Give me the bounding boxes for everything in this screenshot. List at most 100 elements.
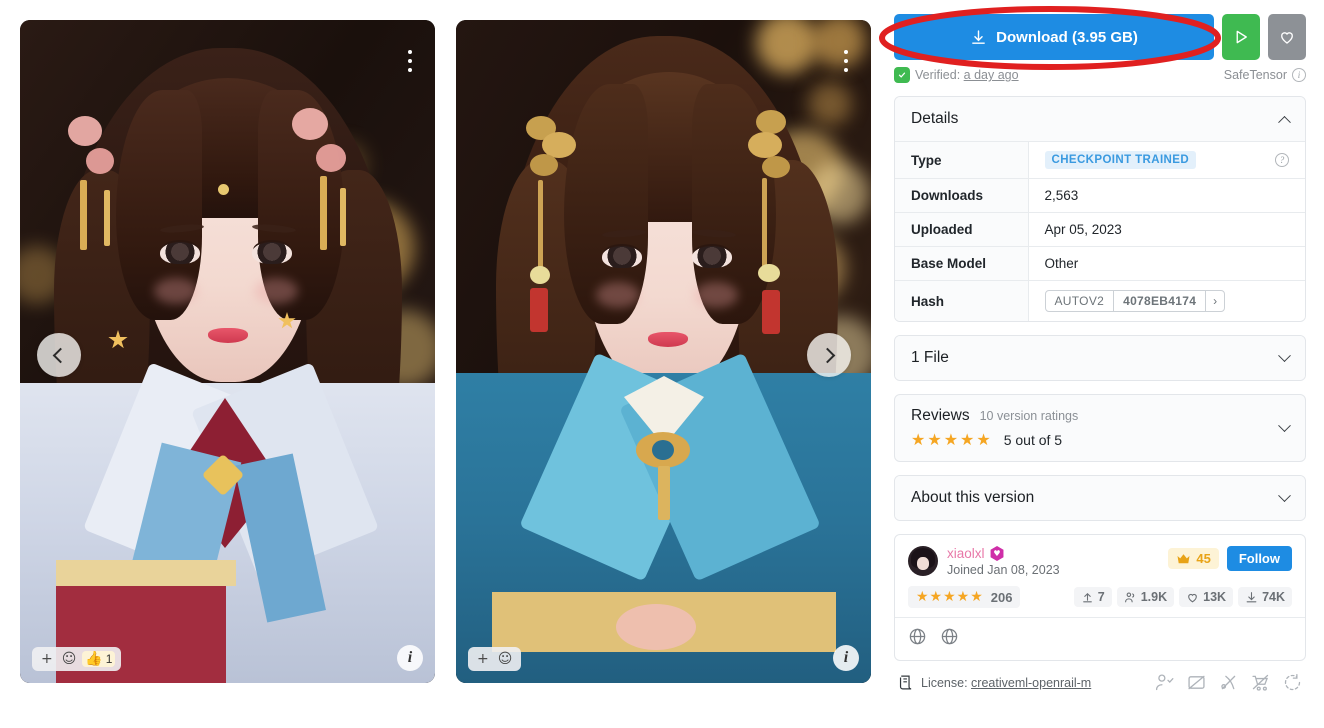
license-scroll-icon	[899, 675, 912, 690]
stat-value: 74K	[1262, 590, 1285, 604]
safetensor-label: SafeTensor	[1223, 68, 1287, 82]
emoji-smile-icon[interactable]: ☺	[495, 651, 516, 667]
favorite-button[interactable]	[1268, 14, 1306, 60]
about-title: About this version	[911, 489, 1035, 506]
image-menu-button[interactable]	[399, 46, 421, 76]
creator-name: xiaolxl	[947, 546, 985, 561]
stat-downloads: 74K	[1238, 587, 1292, 607]
chevron-down-icon	[1278, 488, 1291, 502]
image-reactions-1: + ☺ 👍 1	[32, 647, 122, 671]
about-card: About this version	[894, 475, 1306, 521]
row-key: Base Model	[895, 246, 1029, 281]
creator-rating: ★★★★★ 206	[908, 586, 1021, 608]
no-different-license-icon[interactable]	[1282, 672, 1303, 693]
rating-stars: ★★★★★	[911, 430, 993, 449]
model-detail-page: + ☺ 👍 1 i + ☺ i Download (3.95 GB) Verif…	[0, 0, 1324, 728]
followers-icon	[1124, 592, 1134, 602]
verified-prefix: Verified:	[915, 68, 961, 82]
model-sidebar: Download (3.95 GB) Verified: a day ago S…	[884, 0, 1324, 728]
thumbs-up-icon: 👍	[85, 651, 103, 667]
chevron-down-icon	[1278, 348, 1291, 362]
image-menu-button[interactable]	[835, 46, 857, 76]
creator-card: xiaolxl ♥ Joined Jan 08, 2023 45 Follow	[894, 534, 1306, 661]
stat-uploads: 7	[1073, 587, 1112, 607]
reviews-title: Reviews	[911, 407, 970, 424]
details-card: Details Type CHECKPOINT TRAINED ? Downlo…	[894, 96, 1306, 322]
avatar[interactable]	[908, 546, 938, 576]
license-label-text: License:	[921, 675, 968, 690]
download-icon	[1246, 591, 1257, 602]
download-icon	[972, 29, 986, 44]
stat-value: 13K	[1203, 590, 1227, 604]
hash-chip: AUTOV2 4078EB4174 ›	[1044, 290, 1226, 312]
creator-name-link[interactable]: xiaolxl ♥	[947, 546, 1060, 561]
row-key: Type	[895, 141, 1029, 179]
details-table: Type CHECKPOINT TRAINED ? Downloads 2,56…	[895, 141, 1305, 321]
row-key: Hash	[895, 280, 1029, 321]
add-reaction-button[interactable]: +	[474, 651, 492, 667]
download-label: Download (3.95 GB)	[996, 28, 1138, 46]
table-row: Hash AUTOV2 4078EB4174 ›	[895, 280, 1305, 321]
reaction-count: 1	[105, 652, 113, 666]
portrait-subject	[20, 20, 435, 683]
no-merge-icon[interactable]	[1218, 672, 1239, 693]
files-card: 1 File	[894, 335, 1306, 381]
upload-icon	[1082, 592, 1092, 602]
row-value: Other	[1044, 256, 1079, 271]
no-credit-required-icon[interactable]	[1154, 672, 1175, 693]
add-reaction-button[interactable]: +	[38, 651, 56, 667]
creator-links	[895, 617, 1305, 660]
image-info-icon[interactable]: i	[833, 645, 859, 671]
table-row: Downloads 2,563	[895, 178, 1305, 213]
emoji-smile-icon[interactable]: ☺	[59, 651, 80, 667]
license-permissions	[1154, 672, 1303, 693]
table-row: Uploaded Apr 05, 2023	[895, 212, 1305, 247]
download-actions-row: Download (3.95 GB)	[894, 14, 1306, 60]
rating-stars: ★★★★★	[916, 589, 984, 605]
reviews-header[interactable]: Reviews 10 version ratings ★★★★★ 5 out o…	[895, 395, 1305, 461]
files-title: 1 File	[911, 349, 949, 366]
no-image-sell-icon[interactable]	[1186, 672, 1207, 693]
download-button[interactable]: Download (3.95 GB)	[894, 14, 1214, 60]
thumbs-up-reaction-button[interactable]: 👍 1	[82, 651, 116, 667]
chevron-down-icon	[1278, 418, 1291, 432]
crown-icon	[1177, 553, 1190, 563]
rating-count: 206	[990, 589, 1013, 605]
shield-check-icon	[894, 67, 910, 83]
safetensor-info: SafeTensor i	[1224, 68, 1306, 82]
row-key: Uploaded	[895, 212, 1029, 247]
no-sell-icon[interactable]	[1250, 672, 1271, 693]
row-key: Downloads	[895, 178, 1029, 213]
globe-icon[interactable]	[908, 627, 927, 651]
globe-icon[interactable]	[940, 627, 959, 651]
hash-algo: AUTOV2	[1054, 294, 1105, 308]
about-header[interactable]: About this version	[895, 476, 1305, 520]
rating-score: 5 out of 5	[1003, 431, 1063, 448]
run-model-button[interactable]	[1222, 14, 1260, 60]
license-link[interactable]: creativeml-openrail-m	[971, 676, 1091, 690]
question-circle-icon[interactable]: ?	[1275, 153, 1289, 167]
files-header[interactable]: 1 File	[895, 336, 1305, 380]
chevron-up-icon	[1278, 115, 1291, 129]
table-row: Base Model Other	[895, 246, 1305, 281]
chevron-left-icon	[52, 347, 69, 363]
stat-value: 7	[1097, 590, 1105, 604]
crown-count: 45	[1196, 551, 1211, 566]
gallery-image-1[interactable]: + ☺ 👍 1 i	[20, 20, 435, 683]
carousel-next-button[interactable]	[807, 333, 851, 377]
verified-time-link[interactable]: a day ago	[964, 68, 1019, 82]
details-header[interactable]: Details	[895, 97, 1305, 141]
reviews-card: Reviews 10 version ratings ★★★★★ 5 out o…	[894, 394, 1306, 462]
creator-joined: Joined Jan 08, 2023	[947, 563, 1060, 577]
carousel-prev-button[interactable]	[37, 333, 81, 377]
heart-hexagon-badge-icon: ♥	[990, 546, 1004, 561]
image-gallery: + ☺ 👍 1 i + ☺ i	[0, 0, 884, 728]
crown-rank-badge: 45	[1168, 548, 1219, 569]
hash-expand-button[interactable]: ›	[1206, 291, 1224, 311]
row-value: 2,563	[1044, 188, 1079, 203]
table-row: Type CHECKPOINT TRAINED ?	[895, 141, 1305, 179]
follow-button[interactable]: Follow	[1226, 546, 1292, 571]
row-value: Apr 05, 2023	[1044, 222, 1122, 237]
image-info-icon[interactable]: i	[397, 645, 423, 671]
info-circle-icon[interactable]: i	[1292, 68, 1306, 82]
